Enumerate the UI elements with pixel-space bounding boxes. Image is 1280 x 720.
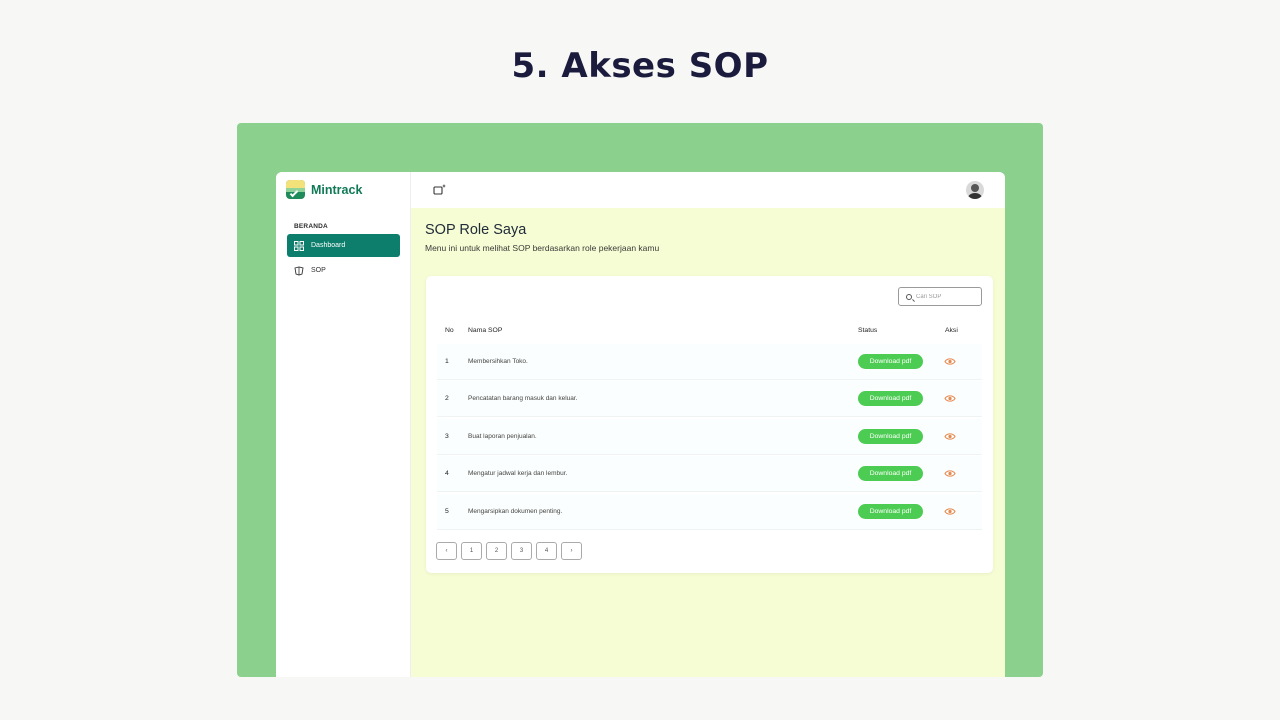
table-row: 1 Membersihkan Toko. Download pdf [437,344,982,380]
pagination-page-1[interactable]: 1 [461,542,482,560]
eye-icon[interactable] [944,430,956,443]
page-subtitle: Menu ini untuk melihat SOP berdasarkan r… [425,243,660,253]
table-row: 3 Buat laporan penjualan. Download pdf [437,419,982,455]
sop-icon [294,266,304,275]
column-header-status: Status [858,327,878,334]
sop-name: Mengatur jadwal kerja dan lembur. [468,470,568,477]
row-number: 3 [445,433,449,440]
row-number: 4 [445,470,449,477]
user-avatar[interactable] [966,181,984,199]
pagination-next-button[interactable]: › [561,542,582,560]
pagination-page-2[interactable]: 2 [486,542,507,560]
column-header-nama: Nama SOP [468,327,503,334]
download-pdf-button[interactable]: Download pdf [858,504,923,519]
sidebar-item-sop[interactable]: SOP [287,259,400,282]
sop-table-card: No Nama SOP Status Aksi 1 Membersihkan T… [426,276,993,573]
main-content: SOP Role Saya Menu ini untuk melihat SOP… [411,208,1005,677]
sop-name: Membersihkan Toko. [468,358,528,365]
sop-name: Pencatatan barang masuk dan keluar. [468,395,578,402]
eye-icon[interactable] [944,505,956,518]
mintrack-logo-icon [286,180,305,199]
window-sparkle-icon[interactable] [433,183,447,197]
sidebar-item-label: SOP [311,267,326,274]
download-pdf-button[interactable]: Download pdf [858,429,923,444]
grid-icon [294,240,304,251]
app-window: Mintrack BERANDA Dashboard SOP SOP Role … [276,172,1005,677]
sidebar-section-label: BERANDA [294,223,328,230]
pagination-page-4[interactable]: 4 [536,542,557,560]
download-pdf-button[interactable]: Download pdf [858,391,923,406]
eye-icon[interactable] [944,355,956,368]
sop-name: Buat laporan penjualan. [468,433,537,440]
brand-name: Mintrack [311,182,363,197]
sidebar-item-dashboard[interactable]: Dashboard [287,234,400,257]
row-number: 2 [445,395,449,402]
topbar [411,172,1005,208]
search-box[interactable] [898,287,982,306]
row-number: 1 [445,358,449,365]
brand[interactable]: Mintrack [286,180,362,199]
search-input[interactable] [916,293,976,300]
eye-icon[interactable] [944,467,956,480]
sop-name: Mengarsipkan dokumen penting. [468,508,563,515]
pagination: ‹ 1 2 3 4 › [436,542,582,560]
sidebar-item-label: Dashboard [311,242,346,249]
page-title: SOP Role Saya [425,222,527,238]
download-pdf-button[interactable]: Download pdf [858,354,923,369]
search-icon [906,293,912,300]
pagination-prev-button[interactable]: ‹ [436,542,457,560]
pagination-page-3[interactable]: 3 [511,542,532,560]
table-row: 5 Mengarsipkan dokumen penting. Download… [437,494,982,530]
eye-icon[interactable] [944,392,956,405]
column-header-no: No [445,327,454,334]
column-header-aksi: Aksi [945,327,958,334]
sidebar: Mintrack BERANDA Dashboard SOP [276,172,411,677]
table-row: 4 Mengatur jadwal kerja dan lembur. Down… [437,456,982,492]
row-number: 5 [445,508,449,515]
download-pdf-button[interactable]: Download pdf [858,466,923,481]
slide-title: 5. Akses SOP [511,46,769,86]
table-row: 2 Pencatatan barang masuk dan keluar. Do… [437,381,982,417]
